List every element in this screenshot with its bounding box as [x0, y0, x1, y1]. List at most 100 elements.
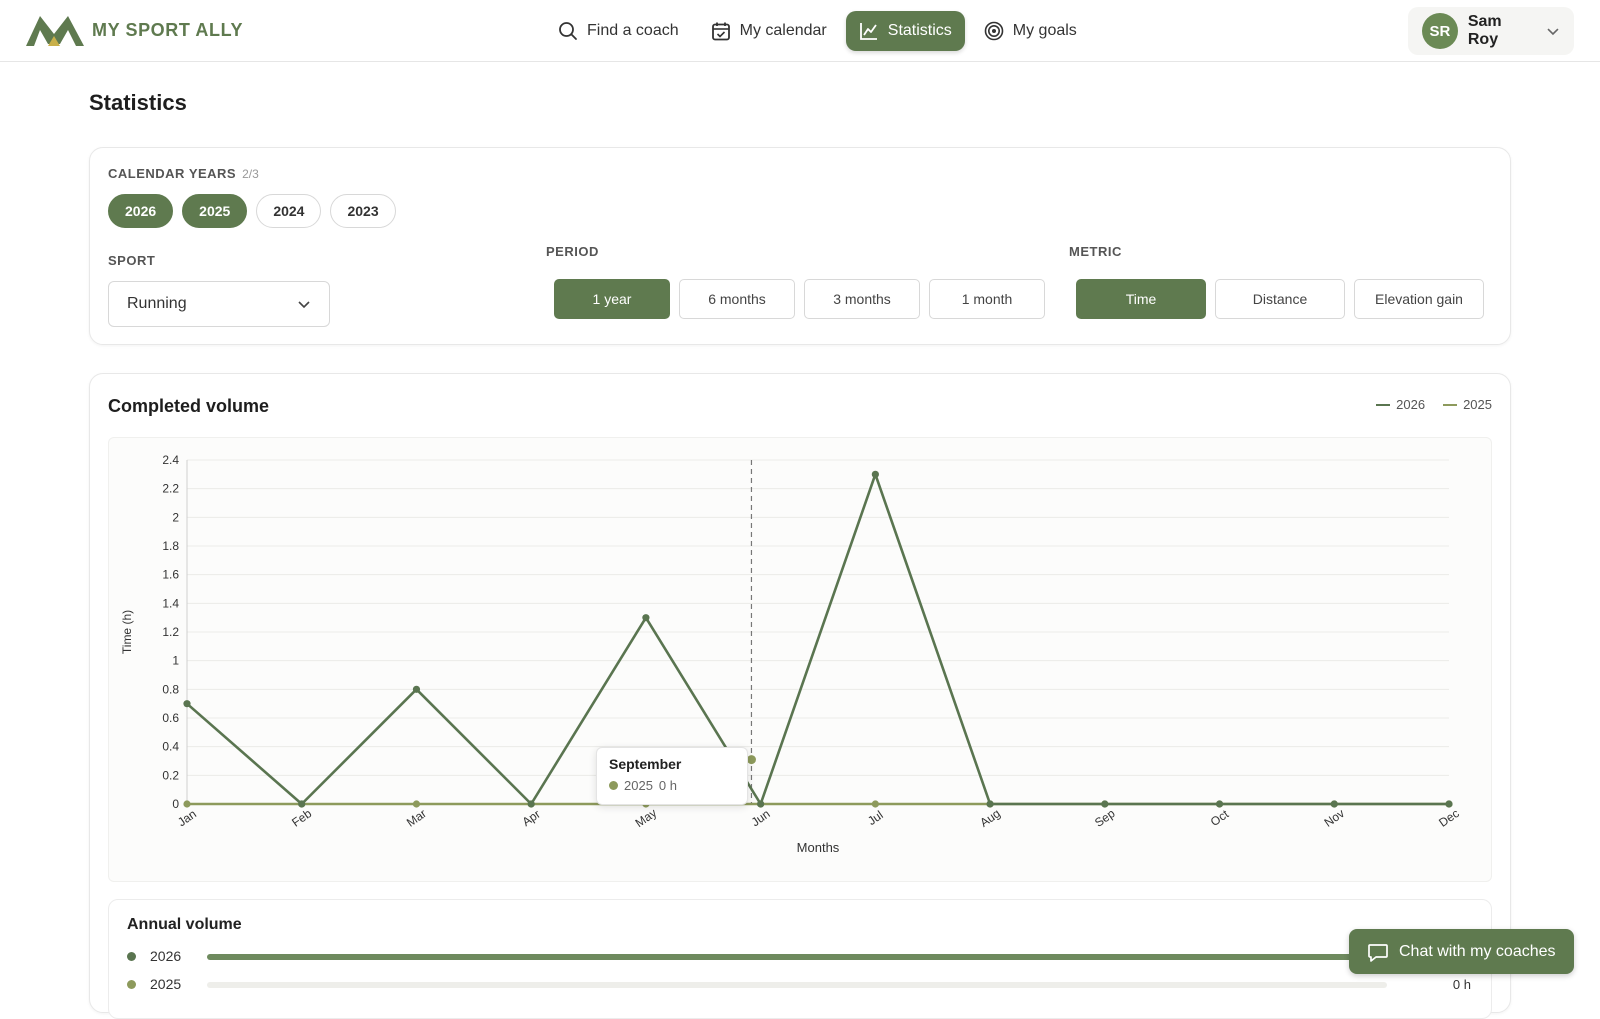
data-point-2026 — [1101, 800, 1109, 808]
completed-volume-card: Completed volume 2026 2025 0 0.2 0.4 0.6 0.8… — [89, 373, 1511, 1019]
nav-label: Statistics — [887, 22, 952, 39]
chevron-down-icon — [298, 301, 310, 309]
y-tick-label: 1.6 — [162, 568, 179, 582]
data-point-2025 — [871, 800, 879, 808]
x-tick-label: Apr — [520, 807, 543, 829]
line-chart[interactable]: 00.20.40.60.811.21.41.61.822.22.4Jan Feb M… — [109, 438, 1493, 883]
chart-area[interactable]: 0 0.2 0.4 0.6 0.8 1 1.2 1.4 1.6 1.8 2 2.2 2.4 Jan Feb M… — [108, 437, 1492, 882]
sport-label: SPORT — [108, 253, 156, 268]
chart-title: Completed volume — [108, 396, 270, 416]
tooltip-dot — [609, 781, 618, 790]
x-tick-label: Sep — [1092, 806, 1118, 830]
series-line-2026 — [186, 473, 1449, 806]
metric-time[interactable]: Time — [1076, 279, 1206, 319]
y-tick-label: 1.8 — [162, 539, 179, 553]
year-pill-2025[interactable]: 2025 — [182, 194, 248, 228]
y-tick-label: 0.6 — [162, 711, 179, 725]
x-tick-label: Feb — [289, 806, 314, 830]
nav-label: My goals — [1012, 22, 1077, 39]
x-tick-label: May — [633, 806, 660, 830]
data-point-2026 — [412, 685, 421, 693]
x-axis-label: Months — [797, 840, 840, 855]
filters-card: CALENDAR YEARS 2/3 2026 2025 2024 2023 SP… — [89, 147, 1511, 345]
metric-label: METRIC — [1069, 244, 1122, 259]
legend-swatch — [1443, 403, 1458, 406]
nav-statistics[interactable]: Statistics — [845, 11, 965, 51]
data-point-2026 — [757, 800, 765, 808]
x-tick-label: Mar — [404, 806, 429, 829]
metric-elevation-gain[interactable]: Elevation gain — [1354, 279, 1484, 319]
target-icon — [984, 21, 1004, 41]
calendar-years-label: CALENDAR YEARS 2/3 — [108, 166, 259, 181]
user-menu[interactable]: SR Sam Roy — [1408, 7, 1574, 55]
annual-year: 2025 — [150, 976, 182, 992]
chat-with-coaches-button[interactable]: Chat with my coaches — [1349, 929, 1574, 974]
y-tick-label: 2 — [172, 510, 179, 524]
tooltip-title: September — [609, 756, 682, 772]
search-icon — [559, 22, 577, 40]
x-tick-label: Jul — [865, 808, 886, 828]
brand[interactable]: MY SPORT ALLY — [26, 14, 243, 46]
x-tick-label: Nov — [1322, 806, 1348, 830]
calendar-icon — [711, 22, 730, 41]
hover-marker — [746, 755, 756, 765]
y-tick-label: 2.4 — [162, 453, 179, 467]
data-point-2026 — [986, 800, 994, 808]
top-bar: MY SPORT ALLY Find a coach My calendar S… — [0, 0, 1600, 62]
nav-label: Find a coach — [587, 22, 679, 39]
period-selector: 1 year 6 months 3 months 1 month — [554, 279, 1045, 319]
nav-label: My calendar — [739, 22, 827, 39]
sport-select[interactable]: Running — [108, 281, 330, 327]
chat-icon — [1368, 943, 1388, 962]
avatar: SR — [1422, 13, 1458, 49]
chart-icon — [859, 23, 877, 40]
chart-legend: 2026 2025 — [1376, 397, 1492, 412]
year-pills: 2026 2025 2024 2023 — [108, 194, 396, 228]
page-title: Statistics — [89, 90, 187, 115]
y-tick-label: 0.8 — [162, 682, 179, 696]
annual-year: 2026 — [150, 948, 182, 964]
y-tick-label: 0.2 — [162, 768, 179, 782]
y-tick-label: 0.4 — [162, 740, 179, 754]
brand-name: MY SPORT ALLY — [92, 19, 244, 40]
annual-volume-panel: Annual volume 2026 2025 0 h — [108, 899, 1492, 1019]
chat-button-label: Chat with my coaches — [1399, 942, 1556, 960]
period-6-months[interactable]: 6 months — [679, 279, 795, 319]
legend-item-2026[interactable]: 2026 — [1376, 397, 1425, 412]
y-tick-label: 1.2 — [162, 625, 179, 639]
period-1-year[interactable]: 1 year — [554, 279, 670, 319]
legend-item-2025[interactable]: 2025 — [1443, 397, 1492, 412]
tooltip-value: 0 h — [658, 778, 677, 793]
x-tick-label: Dec — [1436, 806, 1462, 830]
year-pill-2023[interactable]: 2023 — [330, 194, 396, 228]
data-point-2026 — [1445, 800, 1453, 808]
x-tick-label: Aug — [977, 806, 1003, 830]
metric-distance[interactable]: Distance — [1215, 279, 1345, 319]
nav-find-a-coach[interactable]: Find a coach — [545, 11, 692, 51]
data-point-2026 — [642, 614, 650, 622]
x-tick-label: Oct — [1208, 807, 1232, 830]
year-pill-2024[interactable]: 2024 — [256, 194, 322, 228]
year-pill-2026[interactable]: 2026 — [108, 194, 174, 228]
data-point-2026 — [527, 800, 535, 808]
y-tick-label: 0 — [172, 797, 179, 811]
annual-value-2025: 0 h — [1452, 977, 1471, 992]
nav-my-goals[interactable]: My goals — [971, 11, 1090, 51]
legend-label: 2026 — [1396, 397, 1426, 412]
period-label: PERIOD — [546, 244, 599, 259]
tooltip-row: 2025 0 h — [609, 778, 735, 793]
chevron-down-icon — [1547, 28, 1559, 36]
annual-row-2025: 2025 — [127, 976, 181, 992]
legend-swatch — [1376, 403, 1391, 406]
data-point-2025 — [183, 800, 191, 808]
data-point-2026 — [1330, 800, 1338, 808]
period-1-month[interactable]: 1 month — [929, 279, 1045, 319]
tooltip-series: 2025 — [624, 778, 653, 793]
chart-tooltip: September 2025 0 h — [596, 747, 748, 805]
years-label-text: CALENDAR YEARS — [108, 166, 237, 181]
period-3-months[interactable]: 3 months — [804, 279, 920, 319]
data-point-2025 — [412, 800, 421, 808]
legend-label: 2025 — [1463, 397, 1492, 412]
nav-my-calendar[interactable]: My calendar — [698, 11, 840, 51]
sport-value: Running — [127, 295, 187, 312]
